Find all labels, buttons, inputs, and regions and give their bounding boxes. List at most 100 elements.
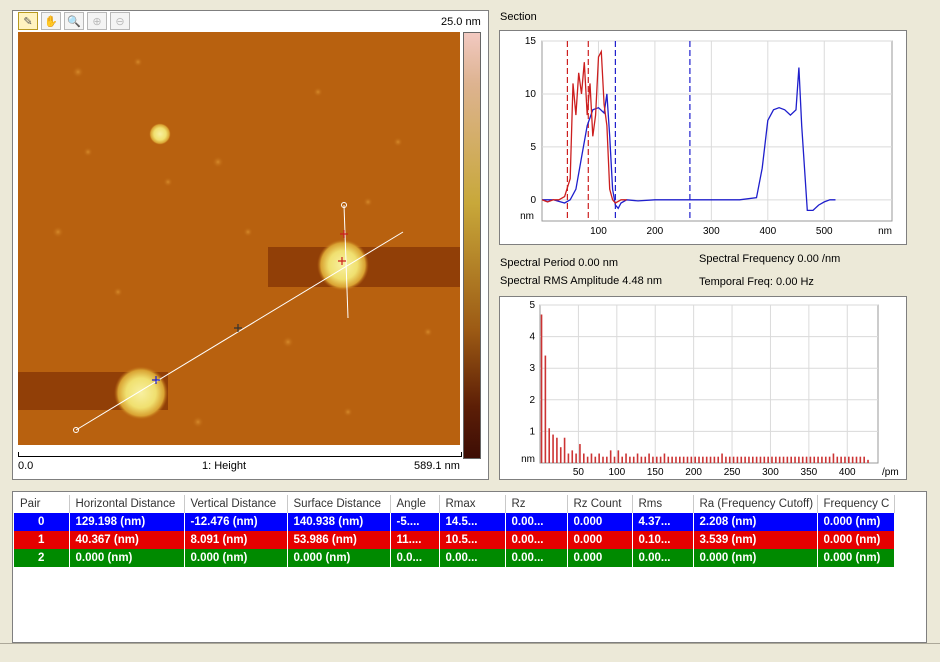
section-chart[interactable]: 100 200 300 400 500 0 5 10 15 nm nm (500, 31, 906, 244)
spectrum-y-tick-label: 3 (529, 363, 535, 374)
table-cell: 0.0... (390, 549, 440, 567)
spectrum-y-unit: nm (521, 454, 535, 465)
ruler-icon: ✎ (23, 15, 33, 28)
spectrum-x-tick-label: 50 (573, 467, 585, 478)
zoom-out-tool-button[interactable]: ⊖ (110, 12, 130, 30)
hand-tool-button[interactable]: ✋ (41, 12, 61, 30)
section-x-tick-label: 500 (816, 226, 833, 237)
image-x-min-label: 0.0 (18, 460, 34, 472)
section-x-tick-label: 300 (703, 226, 720, 237)
table-row[interactable]: 0 129.198 (nm) -12.476 (nm) 140.938 (nm) -5.… (14, 513, 895, 531)
column-header[interactable]: Ra (Frequency Cutoff) (693, 495, 818, 513)
spectrum-chart[interactable]: 50 100 150 200 250 300 350 400 1 2 3 4 5 nm/pm (500, 297, 906, 479)
section-y-tick-label: 10 (525, 89, 537, 100)
table-cell: 11.... (390, 531, 440, 549)
table-cell: 14.5... (439, 513, 506, 531)
hand-icon: ✋ (44, 15, 58, 28)
spectrum-x-tick-label: 100 (608, 467, 625, 478)
table-cell: 10.5... (439, 531, 506, 549)
magnifier-tool-button[interactable]: 🔍 (64, 12, 84, 30)
table-cell: 0.000 (nm) (817, 531, 895, 549)
spectrum-plot-area (539, 304, 879, 464)
section-x-tick-label: 100 (590, 226, 607, 237)
table-cell: 0.000 (567, 513, 633, 531)
table-cell: 0 (14, 513, 70, 531)
column-header[interactable]: Frequency C (817, 495, 895, 513)
section-y-tick-label: 5 (530, 142, 536, 153)
image-channel-label: 1: Height (202, 460, 247, 472)
ruler-tool-button[interactable]: ✎ (18, 12, 38, 30)
table-row[interactable]: 1 40.367 (nm) 8.091 (nm) 53.986 (nm) 11.... 1… (14, 531, 895, 549)
results-table: Pair Horizontal Distance Vertical Distance… (14, 495, 895, 567)
spectrum-y-tick-label: 4 (529, 332, 535, 343)
spectrum-y-tick-label: 2 (529, 395, 535, 406)
spectrum-x-tick-label: 400 (839, 467, 856, 478)
table-cell: 129.198 (nm) (69, 513, 185, 531)
table-cell: 2 (14, 549, 70, 567)
table-cell: 8.091 (nm) (184, 531, 288, 549)
column-header[interactable]: Vertical Distance (184, 495, 288, 513)
table-cell: -12.476 (nm) (184, 513, 288, 531)
spectrum-y-tick-label: 1 (529, 426, 535, 437)
image-x-max-label: 589.1 nm (414, 460, 460, 472)
column-header[interactable]: Pair (14, 495, 70, 513)
section-y-unit: nm (520, 211, 534, 222)
spectrum-x-tick-label: 350 (801, 467, 818, 478)
afm-height-image[interactable] (18, 32, 460, 445)
column-header[interactable]: Rz Count (567, 495, 633, 513)
section-x-tick-label: 200 (647, 226, 664, 237)
spectral-period-label: Spectral Period 0.00 nm (500, 257, 619, 269)
section-y-tick-label: 15 (525, 36, 537, 47)
status-bar (0, 643, 940, 662)
zoom-out-icon: ⊖ (115, 15, 125, 28)
magnifier-icon: 🔍 (67, 15, 81, 28)
rms-amplitude-label: Spectral RMS Amplitude 4.48 nm (500, 275, 663, 287)
table-cell: 0.00... (632, 549, 694, 567)
table-cell: 40.367 (nm) (69, 531, 185, 549)
table-cell: 0.000 (nm) (184, 549, 288, 567)
table-cell: 0.000 (nm) (817, 549, 895, 567)
table-cell: 0.000 (567, 549, 633, 567)
temporal-frequency-label: Temporal Freq: 0.00 Hz (699, 276, 814, 288)
section-x-tick-label: 400 (759, 226, 776, 237)
image-x-axis (18, 452, 462, 457)
table-cell: 0.000 (nm) (287, 549, 391, 567)
table-row[interactable]: 2 0.000 (nm) 0.000 (nm) 0.000 (nm) 0.0... 0.0… (14, 549, 895, 567)
table-cell: -5.... (390, 513, 440, 531)
table-cell: 53.986 (nm) (287, 531, 391, 549)
section-y-tick-label: 0 (530, 195, 536, 206)
section-title: Section (500, 11, 537, 23)
column-header[interactable]: Angle (390, 495, 440, 513)
column-header[interactable]: Rz (505, 495, 568, 513)
column-header[interactable]: Rms (632, 495, 694, 513)
column-header[interactable]: Rmax (439, 495, 506, 513)
zoom-in-tool-button[interactable]: ⊕ (87, 12, 107, 30)
results-header-row: Pair Horizontal Distance Vertical Distance… (14, 495, 895, 513)
column-header[interactable]: Surface Distance (287, 495, 391, 513)
table-cell: 0.00... (439, 549, 506, 567)
table-cell: 0.00... (505, 513, 568, 531)
column-header[interactable]: Horizontal Distance (69, 495, 185, 513)
table-cell: 0.10... (632, 531, 694, 549)
table-cell: 2.208 (nm) (693, 513, 818, 531)
colorbar-max-label: 25.0 nm (441, 16, 481, 28)
section-plot-area (541, 40, 893, 222)
zoom-in-icon: ⊕ (92, 15, 102, 28)
table-cell: 4.37... (632, 513, 694, 531)
spectrum-x-tick-label: 300 (762, 467, 779, 478)
table-cell: 0.00... (505, 531, 568, 549)
section-x-unit: nm (878, 226, 892, 237)
table-cell: 3.539 (nm) (693, 531, 818, 549)
spectrum-x-tick-label: 200 (685, 467, 702, 478)
colorbar (463, 32, 481, 459)
table-cell: 140.938 (nm) (287, 513, 391, 531)
table-cell: 0.000 (nm) (69, 549, 185, 567)
table-cell: 0.00... (505, 549, 568, 567)
table-cell: 1 (14, 531, 70, 549)
spectrum-x-tick-label: 150 (647, 467, 664, 478)
table-cell: 0.000 (567, 531, 633, 549)
spectrum-x-unit: /pm (882, 467, 899, 478)
spectral-frequency-label: Spectral Frequency 0.00 /nm (699, 253, 841, 265)
spectrum-x-tick-label: 250 (724, 467, 741, 478)
table-cell: 0.000 (nm) (693, 549, 818, 567)
